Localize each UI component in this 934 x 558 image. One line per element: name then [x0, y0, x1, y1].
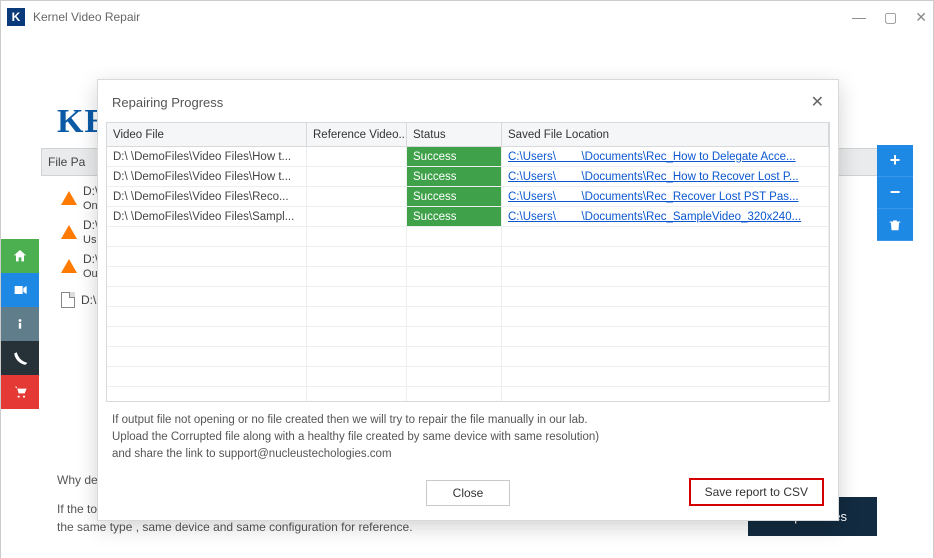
- close-window-button[interactable]: ✕: [915, 9, 927, 26]
- close-icon[interactable]: ✕: [811, 92, 824, 112]
- modal-overlay: Repairing Progress ✕ Video File Referenc…: [1, 33, 933, 558]
- results-grid: Video File Reference Video... Status Sav…: [106, 122, 830, 402]
- col-video-file[interactable]: Video File: [107, 123, 307, 146]
- cell-location: C:\Users\ \Documents\Rec_How to Delegate…: [502, 147, 829, 166]
- table-row[interactable]: D:\ \DemoFiles\Video Files\Reco... Succes…: [107, 187, 829, 207]
- status-badge: Success: [407, 187, 502, 206]
- grid-header-row: Video File Reference Video... Status Sav…: [107, 123, 829, 147]
- cell-file: D:\ \DemoFiles\Video Files\Reco...: [107, 187, 307, 206]
- table-row[interactable]: D:\ \DemoFiles\Video Files\How t... Succe…: [107, 167, 829, 187]
- cell-ref: [307, 167, 407, 186]
- app-icon: K: [7, 8, 25, 26]
- close-button[interactable]: Close: [426, 480, 511, 506]
- window-controls: — ▢ ✕: [852, 9, 927, 26]
- save-report-csv-button[interactable]: Save report to CSV: [689, 478, 824, 506]
- col-status[interactable]: Status: [407, 123, 502, 146]
- dialog-title: Repairing Progress: [112, 95, 223, 110]
- saved-location-link[interactable]: C:\Users\ \Documents\Rec_Recover Lost PS…: [508, 191, 799, 203]
- cell-location: C:\Users\ \Documents\Rec_SampleVideo_320…: [502, 207, 829, 226]
- cell-ref: [307, 147, 407, 166]
- maximize-button[interactable]: ▢: [884, 9, 897, 26]
- cell-file: D:\ \DemoFiles\Video Files\How t...: [107, 167, 307, 186]
- status-badge: Success: [407, 207, 502, 226]
- main-area: KE File Pa D:\On D:\Us D:\Ou D:\ + − Why…: [1, 33, 933, 558]
- cell-file: D:\ \DemoFiles\Video Files\How t...: [107, 147, 307, 166]
- status-badge: Success: [407, 167, 502, 186]
- minimize-button[interactable]: —: [852, 9, 866, 26]
- window-title: Kernel Video Repair: [33, 10, 140, 24]
- cell-location: C:\Users\ \Documents\Rec_How to Recover …: [502, 167, 829, 186]
- col-reference-video[interactable]: Reference Video...: [307, 123, 407, 146]
- cell-ref: [307, 207, 407, 226]
- cell-location: C:\Users\ \Documents\Rec_Recover Lost PS…: [502, 187, 829, 206]
- cell-ref: [307, 187, 407, 206]
- saved-location-link[interactable]: C:\Users\ \Documents\Rec_How to Delegate…: [508, 151, 796, 163]
- table-row[interactable]: D:\ \DemoFiles\Video Files\Sampl... Succe…: [107, 207, 829, 227]
- titlebar: K Kernel Video Repair — ▢ ✕: [1, 1, 933, 33]
- table-row[interactable]: D:\ \DemoFiles\Video Files\How t... Succe…: [107, 147, 829, 167]
- saved-location-link[interactable]: C:\Users\ \Documents\Rec_SampleVideo_320…: [508, 211, 801, 223]
- cell-file: D:\ \DemoFiles\Video Files\Sampl...: [107, 207, 307, 226]
- saved-location-link[interactable]: C:\Users\ \Documents\Rec_How to Recover …: [508, 171, 799, 183]
- status-badge: Success: [407, 147, 502, 166]
- col-saved-location[interactable]: Saved File Location: [502, 123, 829, 146]
- repairing-progress-dialog: Repairing Progress ✕ Video File Referenc…: [97, 79, 839, 521]
- note-text: If output file not opening or no file cr…: [98, 402, 838, 463]
